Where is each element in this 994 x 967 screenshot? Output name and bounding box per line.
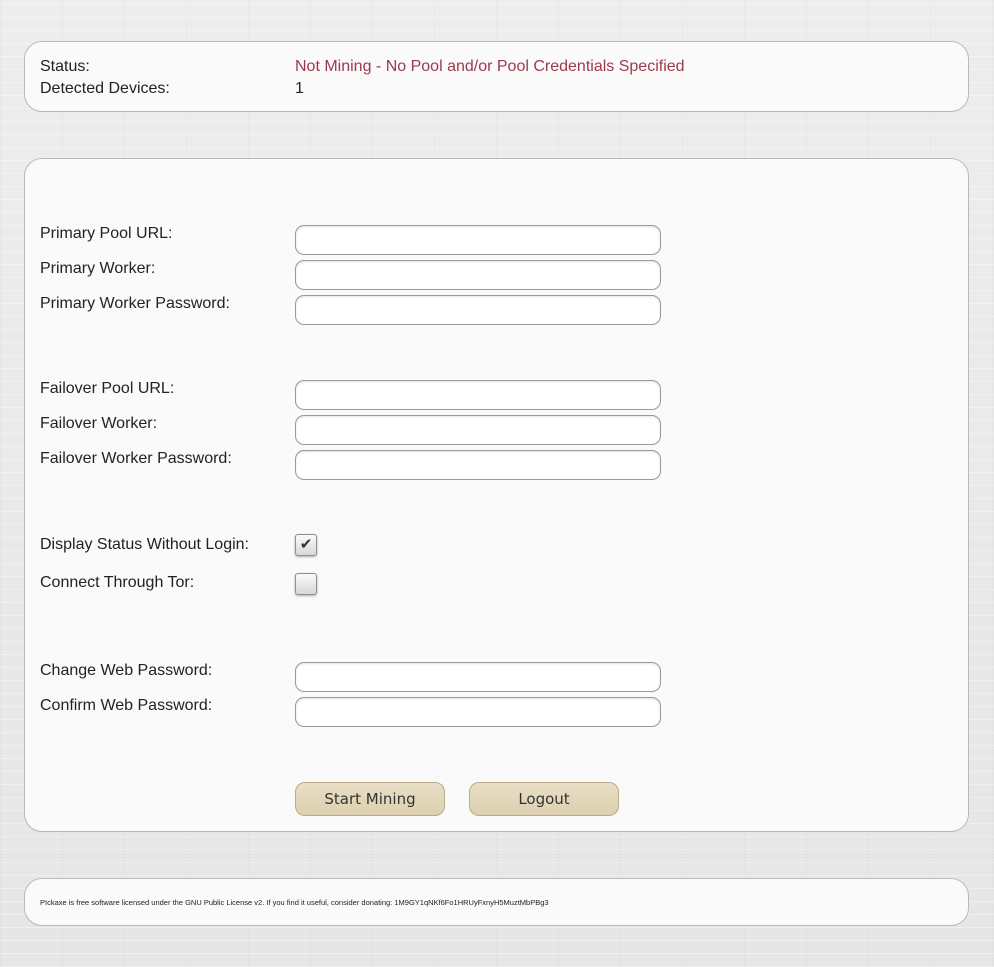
detected-devices-value: 1 bbox=[295, 80, 304, 97]
config-form-panel: Primary Pool URL: Primary Worker: Primar… bbox=[24, 158, 969, 832]
display-status-label: Display Status Without Login: bbox=[40, 536, 249, 553]
status-value: Not Mining - No Pool and/or Pool Credent… bbox=[295, 58, 685, 75]
primary-worker-password-label: Primary Worker Password: bbox=[40, 295, 230, 312]
failover-worker-password-label: Failover Worker Password: bbox=[40, 450, 232, 467]
failover-pool-url-input[interactable] bbox=[295, 380, 661, 410]
detected-devices-label: Detected Devices: bbox=[40, 80, 170, 97]
primary-worker-label: Primary Worker: bbox=[40, 260, 156, 277]
change-web-password-label: Change Web Password: bbox=[40, 662, 213, 679]
connect-tor-label: Connect Through Tor: bbox=[40, 574, 195, 591]
primary-pool-url-label: Primary Pool URL: bbox=[40, 225, 173, 242]
checkmark-icon: ✔ bbox=[299, 536, 313, 553]
start-mining-button[interactable]: Start Mining bbox=[295, 782, 445, 816]
footer-panel: PIckaxe is free software licensed under … bbox=[24, 878, 969, 926]
failover-worker-input[interactable] bbox=[295, 415, 661, 445]
display-status-checkbox[interactable]: ✔ bbox=[295, 534, 317, 556]
confirm-web-password-input[interactable] bbox=[295, 697, 661, 727]
confirm-web-password-label: Confirm Web Password: bbox=[40, 697, 213, 714]
failover-worker-label: Failover Worker: bbox=[40, 415, 158, 432]
logout-button[interactable]: Logout bbox=[469, 782, 619, 816]
connect-tor-checkbox[interactable] bbox=[295, 573, 317, 595]
primary-worker-input[interactable] bbox=[295, 260, 661, 290]
change-web-password-input[interactable] bbox=[295, 662, 661, 692]
footer-license-text: PIckaxe is free software licensed under … bbox=[40, 898, 549, 907]
failover-pool-url-label: Failover Pool URL: bbox=[40, 380, 175, 397]
primary-worker-password-input[interactable] bbox=[295, 295, 661, 325]
status-label: Status: bbox=[40, 58, 90, 75]
primary-pool-url-input[interactable] bbox=[295, 225, 661, 255]
failover-worker-password-input[interactable] bbox=[295, 450, 661, 480]
status-panel: Status: Not Mining - No Pool and/or Pool… bbox=[24, 41, 969, 112]
